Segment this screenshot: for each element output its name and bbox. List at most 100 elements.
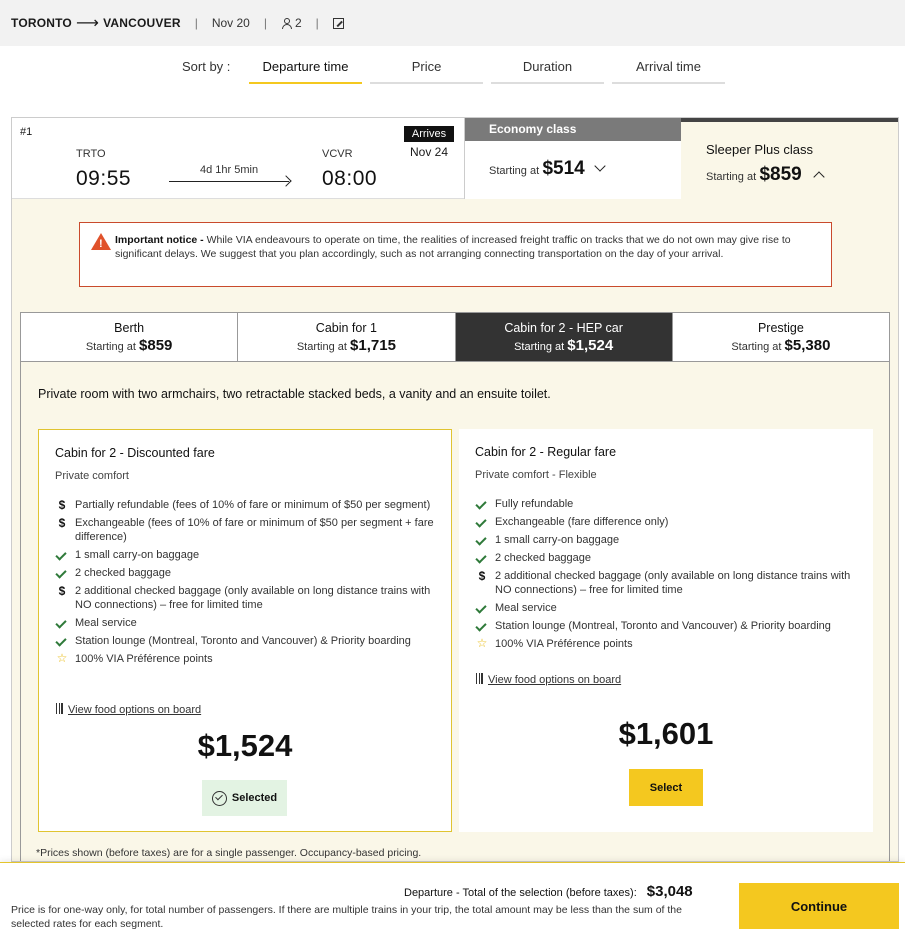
fare-feature-text: 1 small carry-on baggage — [75, 549, 200, 561]
cabin-tab-price-row: Starting at $1,524 — [456, 337, 672, 354]
origin-city: TORONTO — [11, 16, 72, 30]
divider: | — [194, 16, 198, 30]
price-footnote: *Prices shown (before taxes) are for a s… — [36, 847, 422, 859]
fare-feature-item: ☆ 100% VIA Préférence points — [475, 637, 860, 651]
fare-feature-item: 2 checked baggage — [475, 551, 860, 565]
fare-feature-text: Meal service — [495, 602, 557, 614]
food-options-link[interactable]: View food options on board — [55, 703, 201, 716]
fare-title: Cabin for 2 - Discounted fare — [55, 446, 215, 460]
sort-tab-departure-time[interactable]: Departure time — [249, 52, 362, 84]
cabin-tab-cabin-for-1[interactable]: Cabin for 1 Starting at $1,715 — [238, 313, 456, 361]
cabin-tab-name: Berth — [114, 321, 145, 335]
cabin-tab-berth[interactable]: Berth Starting at $859 — [21, 313, 239, 361]
cabin-tab-prestige[interactable]: Prestige Starting at $5,380 — [673, 313, 889, 361]
economy-class-option[interactable]: Economy class Starting at $514 — [464, 118, 681, 199]
sort-tab-arrival-time[interactable]: Arrival time — [612, 52, 725, 84]
fare-price: $1,524 — [197, 728, 293, 763]
check-circle-icon — [211, 790, 227, 806]
edit-icon[interactable] — [332, 17, 344, 29]
fare-price: $1,601 — [618, 716, 714, 751]
fare-feature-text: 2 additional checked baggage (only avail… — [495, 570, 851, 596]
selected-button[interactable]: Selected — [202, 780, 287, 816]
sort-tab-price[interactable]: Price — [370, 52, 483, 84]
cabin-tab-price: $859 — [139, 337, 173, 354]
divider: | — [263, 16, 267, 30]
economy-class-name: Economy class — [465, 118, 681, 141]
trip-header: #1 TRTO 09:55 4d 1hr 5min VCVR 08:00 Arr… — [12, 118, 464, 199]
fare-feature-text: 2 checked baggage — [495, 552, 592, 564]
cabin-tab-price-row: Starting at $859 — [21, 337, 237, 354]
sleeper-price: $859 — [759, 164, 802, 185]
fare-features: $ Partially refundable (fees of 10% of fa… — [55, 498, 440, 670]
fare-feature-item: 2 checked baggage — [55, 566, 440, 580]
fare-feature-item: 1 small carry-on baggage — [475, 533, 860, 547]
chevron-down-icon — [594, 160, 606, 172]
fare-feature-item: Fully refundable — [475, 497, 860, 511]
notice-text: While VIA endeavours to operate on time,… — [115, 234, 791, 260]
dollar-icon: $ — [478, 569, 486, 583]
notice-title: Important notice - — [115, 234, 204, 246]
fare-card-regular[interactable]: Cabin for 2 - Regular fare Private comfo… — [459, 429, 873, 832]
starting-at-label: Starting at — [514, 341, 565, 353]
destination-city: VANCOUVER — [103, 16, 181, 30]
arrival-date-badge: Arrives Nov 24 — [404, 126, 454, 159]
important-notice: Important notice - While VIA endeavours … — [79, 222, 832, 287]
total-label: Departure - Total of the selection (befo… — [404, 887, 637, 899]
food-options-link-text: View food options on board — [68, 704, 202, 716]
arrival-time: 08:00 — [322, 167, 378, 190]
dollar-icon: $ — [58, 516, 66, 530]
price-note: Price is for one-way only, for total num… — [11, 904, 682, 930]
fare-feature-item: Meal service — [475, 601, 860, 615]
fare-feature-item: Station lounge (Montreal, Toronto and Va… — [55, 634, 440, 648]
fare-feature-text: Exchangeable (fees of 10% of fare or min… — [75, 517, 434, 543]
fare-features: Fully refundable Exchangeable (fare diffe… — [475, 497, 860, 655]
select-button[interactable]: Select — [629, 769, 703, 806]
sleeper-price-row: Starting at $859 — [706, 164, 825, 186]
person-icon — [281, 17, 292, 29]
cabin-tab-name: Prestige — [757, 321, 804, 335]
fare-feature-item: ☆ 100% VIA Préférence points — [55, 652, 440, 666]
fare-feature-text: 2 checked baggage — [75, 567, 172, 579]
continue-button[interactable]: Continue — [739, 883, 899, 929]
fare-feature-item: $ Partially refundable (fees of 10% of fa… — [55, 498, 440, 512]
passenger-count: 2 — [281, 16, 302, 30]
cabin-tab-name: Cabin for 1 — [315, 321, 377, 335]
fare-feature-item: $ Exchangeable (fees of 10% of fare or mi… — [55, 516, 440, 544]
dollar-icon: $ — [58, 498, 66, 512]
fare-card-discounted[interactable]: Cabin for 2 - Discounted fare Private co… — [38, 429, 452, 832]
arrow-right-icon: ⟶ — [75, 15, 100, 32]
trip-number: #1 — [20, 126, 33, 138]
cabin-detail-panel: Private room with two armchairs, two ret… — [20, 362, 890, 861]
destination-station-code: VCVR — [322, 148, 353, 160]
passenger-count-value: 2 — [294, 16, 302, 30]
starting-at-label: Starting at — [296, 341, 347, 353]
total-price: $3,048 — [646, 883, 693, 900]
cabin-tab-price-row: Starting at $1,715 — [238, 337, 454, 354]
arrives-label: Arrives — [404, 126, 454, 142]
food-options-link[interactable]: View food options on board — [475, 673, 621, 686]
star-icon: ☆ — [476, 636, 488, 650]
cabin-tab-cabin-for-2-hep[interactable]: Cabin for 2 - HEP car Starting at $1,524 — [455, 313, 673, 361]
cabin-tab-name: Cabin for 2 - HEP car — [504, 321, 623, 335]
fare-subtitle: Private comfort — [55, 470, 129, 482]
sleeper-plus-class-option[interactable]: Sleeper Plus class Starting at $859 — [681, 118, 898, 199]
sort-tab-duration[interactable]: Duration — [491, 52, 604, 84]
starting-at-label: Starting at — [731, 341, 782, 353]
fare-feature-text: 100% VIA Préférence points — [75, 653, 213, 665]
starting-at-label: Starting at — [489, 165, 540, 177]
checkout-bar: Departure - Total of the selection (befo… — [0, 862, 905, 944]
fare-feature-item: Meal service — [55, 616, 440, 630]
fare-feature-text: Station lounge (Montreal, Toronto and Va… — [495, 620, 831, 632]
fare-feature-item: $2 additional checked baggage (only avai… — [55, 584, 440, 612]
fork-knife-icon — [55, 703, 63, 714]
warning-icon — [91, 233, 111, 251]
star-icon: ☆ — [56, 651, 68, 665]
duration-arrow-icon — [169, 181, 289, 182]
dollar-icon: $ — [58, 584, 66, 598]
trip-card: #1 TRTO 09:55 4d 1hr 5min VCVR 08:00 Arr… — [11, 117, 899, 862]
cabin-tab-price: $1,715 — [350, 337, 396, 354]
fare-feature-item: $2 additional checked baggage (only avai… — [475, 569, 860, 597]
origin-station-code: TRTO — [76, 148, 106, 160]
divider: | — [315, 16, 319, 30]
cabin-tab-price: $5,380 — [784, 337, 831, 354]
